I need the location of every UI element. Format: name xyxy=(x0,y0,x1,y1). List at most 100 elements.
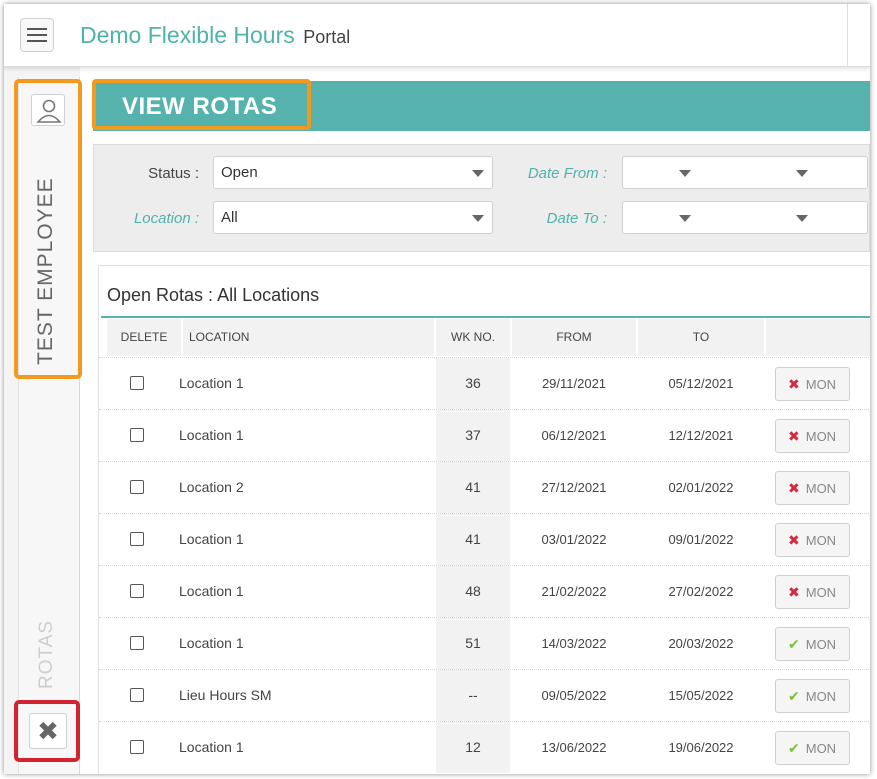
table-row: Location 1 36 29/11/2021 05/12/2021 ✖ MON xyxy=(99,357,870,409)
day-status-button[interactable]: ✖ MON xyxy=(775,419,850,453)
table-row: Lieu Hours SM -- 09/05/2022 15/05/2022 ✔ MON xyxy=(99,669,870,721)
to-date-cell: 20/03/2022 xyxy=(668,636,734,651)
day-status-button[interactable]: ✖ MON xyxy=(775,575,850,609)
delete-checkbox[interactable] xyxy=(130,740,144,754)
wk-no-cell: 41 xyxy=(436,462,510,513)
header-location: LOCATION xyxy=(183,319,434,356)
header-delete: DELETE xyxy=(107,319,181,356)
delete-checkbox[interactable] xyxy=(130,532,144,546)
delete-checkbox[interactable] xyxy=(130,636,144,650)
day-status-button[interactable]: ✔ MON xyxy=(775,731,850,765)
status-label: Status : xyxy=(148,165,199,182)
page-header: VIEW ROTAS xyxy=(92,79,870,131)
delete-checkbox[interactable] xyxy=(130,480,144,494)
day-label: MON xyxy=(805,637,837,652)
wk-no-cell: 36 xyxy=(436,358,510,409)
location-select[interactable]: All xyxy=(213,201,493,234)
header-from: FROM xyxy=(512,319,636,356)
cross-icon: ✖ xyxy=(788,376,800,392)
wk-no-cell: 48 xyxy=(436,566,510,617)
wk-no-cell: -- xyxy=(436,670,510,721)
cross-icon: ✖ xyxy=(788,532,800,548)
location-cell: Location 1 xyxy=(179,531,244,547)
table-row: Location 1 51 14/03/2022 20/03/2022 ✔ MON xyxy=(99,617,870,669)
to-date-cell: 12/12/2021 xyxy=(668,428,734,443)
location-cell: Location 1 xyxy=(179,427,244,443)
top-bar: Demo Flexible Hours Portal xyxy=(4,4,870,67)
close-icon[interactable]: ✖ xyxy=(29,713,67,749)
to-date-cell: 02/01/2022 xyxy=(668,480,734,495)
from-date-cell: 29/11/2021 xyxy=(541,376,607,391)
location-cell: Location 1 xyxy=(179,583,244,599)
date-from-label: Date From : xyxy=(527,165,607,182)
wk-no-cell: 51 xyxy=(436,618,510,669)
chevron-down-icon[interactable] xyxy=(679,215,691,222)
main-content: VIEW ROTAS Status : Open Location : All … xyxy=(92,79,870,774)
wk-no-cell: 37 xyxy=(436,410,510,461)
filter-panel: Status : Open Location : All Date From :… xyxy=(93,144,870,252)
location-cell: Location 1 xyxy=(179,375,244,391)
day-status-button[interactable]: ✔ MON xyxy=(775,679,850,713)
from-date-cell: 14/03/2022 xyxy=(541,636,607,651)
rotas-table: Open Rotas : All Locations DELETE LOCATI… xyxy=(98,265,870,774)
delete-checkbox[interactable] xyxy=(130,584,144,598)
chevron-down-icon[interactable] xyxy=(796,170,808,177)
brand-name: Demo Flexible Hours xyxy=(80,22,295,48)
date-from-picker[interactable] xyxy=(622,156,868,189)
day-label: MON xyxy=(805,429,837,444)
delete-checkbox[interactable] xyxy=(130,376,144,390)
check-icon: ✔ xyxy=(788,740,800,756)
chevron-down-icon[interactable] xyxy=(796,215,808,222)
day-label: MON xyxy=(805,585,837,600)
user-icon[interactable] xyxy=(31,94,65,126)
title-highlight: VIEW ROTAS xyxy=(92,79,311,130)
to-date-cell: 19/06/2022 xyxy=(668,740,734,755)
header-action xyxy=(766,319,870,356)
header-to: TO xyxy=(638,319,764,356)
from-date-cell: 03/01/2022 xyxy=(541,532,607,547)
status-select[interactable]: Open xyxy=(213,156,493,189)
day-status-button[interactable]: ✖ MON xyxy=(775,471,850,505)
table-row: Location 1 37 06/12/2021 12/12/2021 ✖ MON xyxy=(99,409,870,461)
brand-subtitle: Portal xyxy=(303,27,351,47)
location-value: All xyxy=(221,209,238,226)
from-date-cell: 06/12/2021 xyxy=(541,428,607,443)
table-row: Location 1 48 21/02/2022 27/02/2022 ✖ MON xyxy=(99,565,870,617)
delete-checkbox[interactable] xyxy=(130,688,144,702)
check-icon: ✔ xyxy=(788,636,800,652)
location-cell: Location 1 xyxy=(179,739,244,755)
table-row: Location 1 12 13/06/2022 19/06/2022 ✔ MON xyxy=(99,721,870,773)
location-cell: Location 1 xyxy=(179,635,244,651)
location-cell: Location 2 xyxy=(179,479,244,495)
sidebar: TEST EMPLOYEE ROTAS ✖ xyxy=(4,67,82,774)
delete-checkbox[interactable] xyxy=(130,428,144,442)
chevron-down-icon[interactable] xyxy=(679,170,691,177)
cross-icon: ✖ xyxy=(788,480,800,496)
check-icon: ✔ xyxy=(788,688,800,704)
to-date-cell: 15/05/2022 xyxy=(668,688,734,703)
date-to-picker[interactable] xyxy=(622,201,868,234)
table-row: Location 2 41 27/12/2021 02/01/2022 ✖ MON xyxy=(99,461,870,513)
brand[interactable]: Demo Flexible Hours Portal xyxy=(80,22,350,49)
day-label: MON xyxy=(805,689,837,704)
hamburger-icon[interactable] xyxy=(20,18,54,52)
from-date-cell: 21/02/2022 xyxy=(541,584,607,599)
day-status-button[interactable]: ✔ MON xyxy=(775,627,850,661)
day-status-button[interactable]: ✖ MON xyxy=(775,367,850,401)
to-date-cell: 05/12/2021 xyxy=(668,376,734,391)
from-date-cell: 09/05/2022 xyxy=(541,688,607,703)
user-name[interactable]: TEST EMPLOYEE xyxy=(34,177,58,365)
day-status-button[interactable]: ✖ MON xyxy=(775,523,850,557)
day-label: MON xyxy=(805,533,837,548)
cross-icon: ✖ xyxy=(788,584,800,600)
table-title: Open Rotas : All Locations xyxy=(107,285,320,305)
to-date-cell: 27/02/2022 xyxy=(668,584,734,599)
table-title-divider xyxy=(101,316,870,318)
location-cell: Lieu Hours SM xyxy=(179,687,272,703)
wk-no-cell: 41 xyxy=(436,514,510,565)
sidebar-item-rotas[interactable]: ROTAS xyxy=(36,620,58,689)
topbar-divider xyxy=(847,4,848,67)
app-window: Demo Flexible Hours Portal TEST EMPLOYEE… xyxy=(4,4,870,774)
wk-no-cell: 12 xyxy=(436,722,510,773)
to-date-cell: 09/01/2022 xyxy=(668,532,734,547)
